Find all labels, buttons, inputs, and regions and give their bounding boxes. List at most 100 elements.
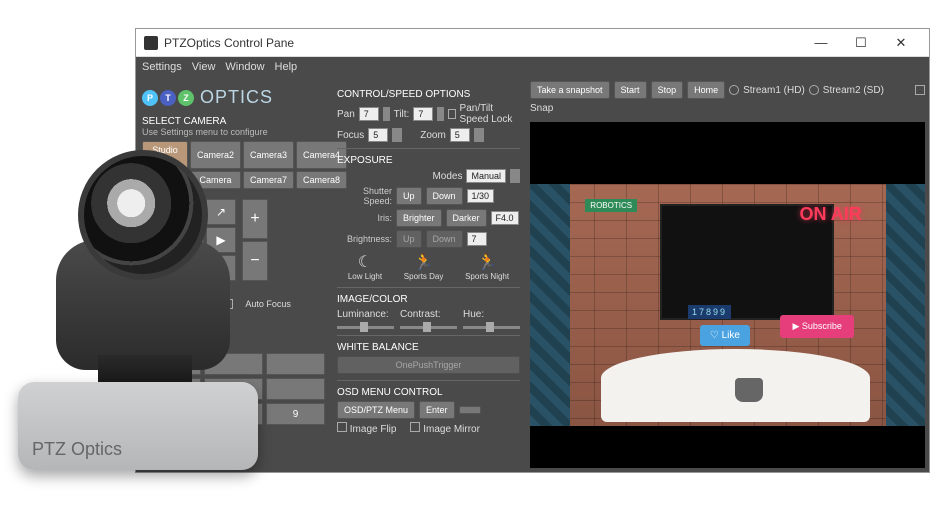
minimize-button[interactable]: —	[801, 29, 841, 57]
home-button[interactable]: Home	[687, 81, 725, 99]
hero-camera-base: PTZ Optics	[18, 382, 258, 470]
exposure-mode-dropdown-icon[interactable]	[510, 169, 520, 183]
snap-checkbox[interactable]	[915, 85, 925, 95]
focus-spinner[interactable]	[392, 128, 402, 142]
select-camera-sub: Use Settings menu to configure	[142, 127, 325, 137]
logo-circle-t-icon: T	[160, 90, 176, 106]
preset-button-3[interactable]	[266, 353, 325, 375]
brightness-down-button[interactable]: Down	[426, 230, 463, 248]
mode-sports-day[interactable]: 🏃Sports Day	[404, 252, 444, 281]
maximize-button[interactable]: ☐	[841, 29, 881, 57]
stream2-label: Stream2 (SD)	[823, 85, 884, 96]
shutter-label: Shutter Speed:	[337, 186, 392, 206]
luminance-label: Luminance:	[337, 309, 389, 320]
hue-label: Hue:	[463, 309, 484, 320]
subscribe-pillow: ▶ Subscribe	[780, 315, 853, 338]
start-button[interactable]: Start	[614, 81, 647, 99]
hue-slider[interactable]	[463, 326, 520, 329]
subscriber-counter: 17899	[688, 305, 731, 319]
contrast-slider[interactable]	[400, 326, 457, 329]
speed-lock-label: Pan/Tilt Speed Lock	[460, 103, 520, 125]
image-flip-checkbox[interactable]	[337, 422, 347, 432]
image-mirror-label: Image Mirror	[423, 424, 480, 435]
preview-scene: ROBOTICS ON AIR 17899 ♡ Like ▶ Subscribe	[530, 184, 925, 426]
select-camera-title: SELECT CAMERA	[142, 116, 325, 127]
speed-lock-checkbox[interactable]	[448, 109, 455, 119]
snap-label: Snap	[530, 103, 553, 114]
osd-back-button[interactable]	[459, 406, 481, 414]
modes-label: Modes	[432, 171, 462, 182]
control-speed-title: CONTROL/SPEED OPTIONS	[337, 89, 520, 100]
osd-menu-button[interactable]: OSD/PTZ Menu	[337, 401, 415, 419]
middle-panel: CONTROL/SPEED OPTIONS Pan 7 Tilt: 7 Pan/…	[331, 77, 526, 472]
zoom-spinner[interactable]	[474, 128, 484, 142]
iris-darker-button[interactable]: Darker	[446, 209, 487, 227]
hero-camera-lens	[78, 150, 208, 280]
pan-spinner[interactable]	[383, 107, 390, 121]
shutter-down-button[interactable]: Down	[426, 187, 463, 205]
moon-icon: ☾	[358, 252, 372, 272]
runner-day-icon: 🏃	[414, 252, 434, 272]
stream1-label: Stream1 (HD)	[743, 85, 805, 96]
stream2-radio[interactable]	[809, 85, 819, 95]
pan-value[interactable]: 7	[359, 107, 379, 121]
contrast-label: Contrast:	[400, 309, 441, 320]
tilt-label: Tilt:	[394, 109, 410, 120]
focus-speed-value[interactable]: 5	[368, 128, 388, 142]
acoustic-foam-right	[886, 184, 926, 426]
logo-circle-p-icon: P	[142, 90, 158, 106]
take-snapshot-button[interactable]: Take a snapshot	[530, 81, 610, 99]
exposure-title: EXPOSURE	[337, 155, 520, 166]
menu-help[interactable]: Help	[275, 61, 298, 73]
hero-camera-brand: PTZ Optics	[32, 439, 122, 460]
menu-window[interactable]: Window	[225, 61, 264, 73]
brightness-up-button[interactable]: Up	[396, 230, 422, 248]
white-balance-title: WHITE BALANCE	[337, 342, 520, 353]
tilt-value[interactable]: 7	[413, 107, 433, 121]
close-button[interactable]: ✕	[881, 29, 921, 57]
hero-camera-photo: PTZ Optics	[18, 150, 258, 480]
tilt-spinner[interactable]	[437, 107, 444, 121]
brand-logo: P T Z OPTICS	[142, 87, 325, 108]
focus-speed-label: Focus	[337, 130, 364, 141]
osd-enter-button[interactable]: Enter	[419, 401, 455, 419]
iris-label: Iris:	[337, 213, 392, 223]
menubar: Settings View Window Help	[136, 57, 929, 77]
pan-label: Pan	[337, 109, 355, 120]
brightness-label: Brightness:	[337, 234, 392, 244]
mode-low-light[interactable]: ☾Low Light	[348, 252, 382, 281]
logo-text: OPTICS	[200, 87, 273, 108]
on-air-sign: ON AIR	[799, 204, 861, 225]
image-flip-label: Image Flip	[350, 424, 397, 435]
window-title: PTZOptics Control Pane	[164, 36, 801, 50]
logo-circle-z-icon: Z	[178, 90, 194, 106]
image-mirror-checkbox[interactable]	[410, 422, 420, 432]
preview-toolbar: Take a snapshot Start Stop Home Stream1 …	[526, 77, 929, 118]
robotics-sign: ROBOTICS	[585, 199, 637, 212]
menu-view[interactable]: View	[192, 61, 216, 73]
runner-night-icon: 🏃	[477, 252, 497, 272]
exposure-mode-select[interactable]: Manual	[466, 169, 506, 183]
onepush-trigger-button[interactable]: OnePushTrigger	[337, 356, 520, 374]
shutter-up-button[interactable]: Up	[396, 187, 422, 205]
luminance-slider[interactable]	[337, 326, 394, 329]
zoom-speed-label: Zoom	[420, 130, 446, 141]
stop-button[interactable]: Stop	[651, 81, 684, 99]
acoustic-foam-left	[530, 184, 570, 426]
zoom-speed-value[interactable]: 5	[450, 128, 470, 142]
image-color-title: IMAGE/COLOR	[337, 294, 520, 305]
menu-settings[interactable]: Settings	[142, 61, 182, 73]
stream1-radio[interactable]	[729, 85, 739, 95]
video-preview: ROBOTICS ON AIR 17899 ♡ Like ▶ Subscribe	[530, 122, 925, 468]
osd-title: OSD MENU CONTROL	[337, 387, 520, 398]
like-pillow: ♡ Like	[700, 325, 750, 346]
mode-sports-night[interactable]: 🏃Sports Night	[465, 252, 509, 281]
shutter-value: 1/30	[467, 189, 495, 203]
mini-camera-on-table	[735, 378, 763, 402]
iris-brighter-button[interactable]: Brighter	[396, 209, 442, 227]
preset-button-6[interactable]	[266, 378, 325, 400]
app-icon	[144, 36, 158, 50]
titlebar: PTZOptics Control Pane — ☐ ✕	[136, 29, 929, 57]
right-panel: Take a snapshot Start Stop Home Stream1 …	[526, 77, 929, 472]
preset-button-9[interactable]: 9	[266, 403, 325, 425]
